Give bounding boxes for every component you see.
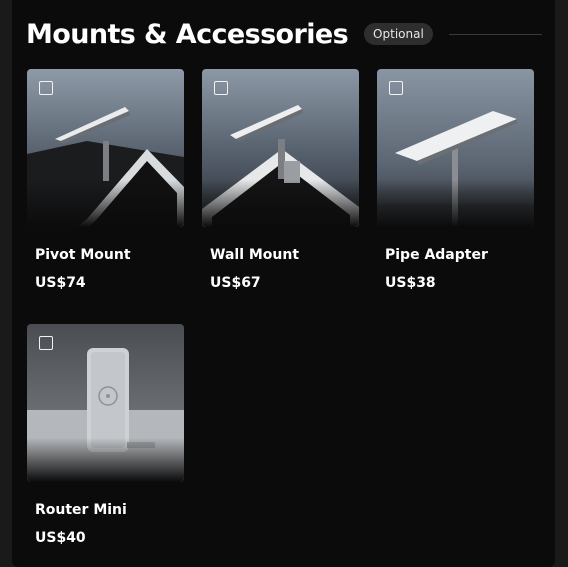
product-card-wall-mount[interactable]: Wall Mount US$67 (202, 69, 359, 291)
pivot-mount-image (27, 69, 184, 227)
product-card-pipe-adapter[interactable]: Pipe Adapter US$38 (377, 69, 534, 291)
pipe-adapter-image (377, 69, 534, 227)
pivot-mount-checkbox[interactable] (39, 81, 53, 95)
product-price: US$40 (35, 530, 86, 546)
product-name: Router Mini (35, 502, 127, 518)
product-price: US$67 (210, 275, 261, 291)
section-header: Mounts & Accessories Optional (26, 14, 542, 54)
wall-mount-image (202, 69, 359, 227)
product-name: Pivot Mount (35, 247, 131, 263)
product-price: US$74 (35, 275, 86, 291)
router-mini-image (27, 324, 184, 482)
wall-mount-checkbox[interactable] (214, 81, 228, 95)
pipe-adapter-checkbox[interactable] (389, 81, 403, 95)
header-divider (448, 33, 542, 35)
section-title: Mounts & Accessories (26, 18, 349, 50)
accessories-panel: Mounts & Accessories Optional Pivot Moun… (12, 0, 555, 567)
router-mini-checkbox[interactable] (39, 336, 53, 350)
product-price: US$38 (385, 275, 436, 291)
optional-badge: Optional (364, 23, 433, 45)
product-card-router-mini[interactable]: Router Mini US$40 (27, 324, 184, 546)
product-name: Wall Mount (210, 247, 300, 263)
product-card-pivot-mount[interactable]: Pivot Mount US$74 (27, 69, 184, 291)
product-name: Pipe Adapter (385, 247, 488, 263)
